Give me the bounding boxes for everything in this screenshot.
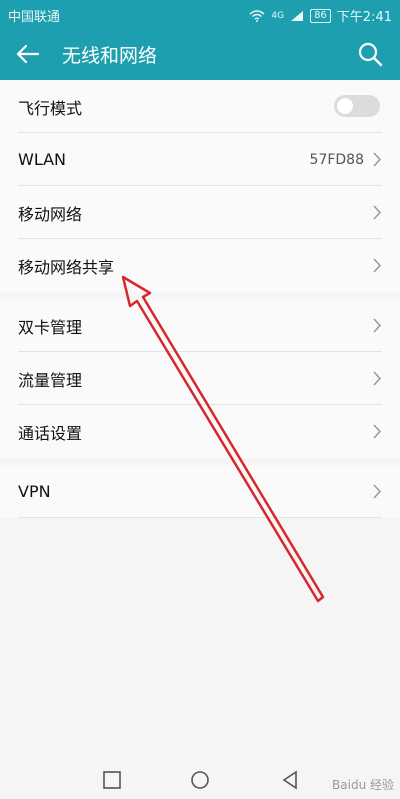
clock-time: 下午2:41 [336, 10, 392, 25]
settings-section-3: VPN [0, 465, 400, 518]
carrier-label: 中国联通 [8, 10, 61, 25]
row-label: 通话设置 [18, 423, 83, 443]
settings-section-2: 双卡管理 流量管理 通话设置 [0, 299, 400, 458]
chevron-right-icon [373, 424, 382, 439]
chevron-right-icon [373, 205, 382, 220]
row-mobile-network[interactable]: 移动网络 [0, 186, 400, 239]
row-label: 移动网络共享 [18, 257, 115, 277]
row-call-settings[interactable]: 通话设置 [0, 405, 400, 458]
chevron-right-icon [373, 258, 382, 273]
status-icons: 4G 86 下午2:41 [249, 6, 392, 25]
row-vpn[interactable]: VPN [0, 465, 400, 518]
row-label: 流量管理 [18, 370, 83, 390]
status-bar: 中国联通 4G 86 下午2:41 [0, 0, 400, 28]
row-label: 移动网络 [18, 204, 83, 224]
row-label: VPN [18, 482, 51, 501]
signal-icon [291, 10, 304, 21]
chevron-right-icon [373, 152, 382, 167]
settings-section-1: 飞行模式 WLAN 57FD88 移动网络 移动网络共享 [0, 80, 400, 292]
watermark: Baidu 经验 [332, 778, 394, 792]
row-mobile-hotspot[interactable]: 移动网络共享 [0, 239, 400, 292]
chevron-right-icon [373, 484, 382, 499]
row-label: 飞行模式 [18, 98, 83, 118]
row-data-usage[interactable]: 流量管理 [0, 352, 400, 405]
home-circle-icon[interactable] [190, 770, 210, 790]
chevron-right-icon [373, 318, 382, 333]
row-dual-sim[interactable]: 双卡管理 [0, 299, 400, 352]
row-wlan[interactable]: WLAN 57FD88 [0, 133, 400, 186]
row-airplane-mode[interactable]: 飞行模式 [0, 80, 400, 133]
row-label: 双卡管理 [18, 317, 83, 337]
row-label: WLAN [18, 150, 67, 169]
page-title: 无线和网络 [62, 45, 158, 67]
app-bar: 无线和网络 [0, 28, 400, 80]
network-type-label: 4G [271, 10, 285, 21]
battery-level: 86 [310, 8, 331, 23]
wlan-network-name: 57FD88 [309, 151, 364, 168]
airplane-mode-toggle[interactable] [334, 95, 380, 117]
chevron-right-icon [373, 371, 382, 386]
back-arrow-icon[interactable] [12, 40, 42, 68]
toggle-knob [337, 98, 353, 114]
back-triangle-icon[interactable] [280, 770, 300, 790]
search-icon[interactable] [356, 40, 384, 68]
recent-apps-square-icon[interactable] [102, 770, 122, 790]
wifi-icon [249, 9, 265, 22]
